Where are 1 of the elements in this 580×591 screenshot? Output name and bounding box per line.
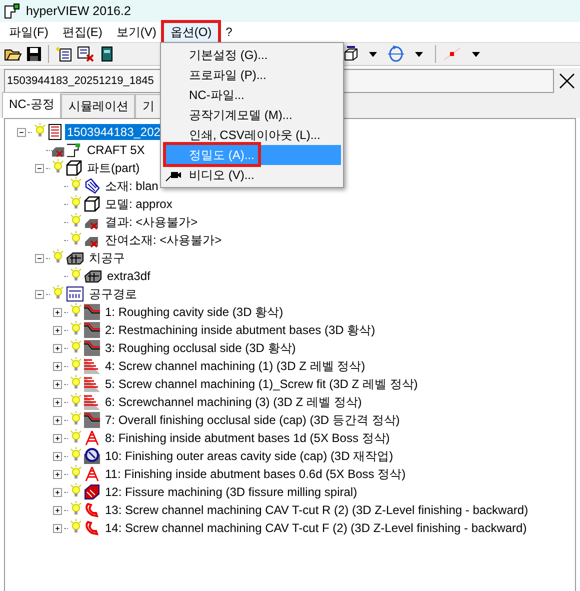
window-title: hyperVIEW 2016.2 [26,4,131,18]
